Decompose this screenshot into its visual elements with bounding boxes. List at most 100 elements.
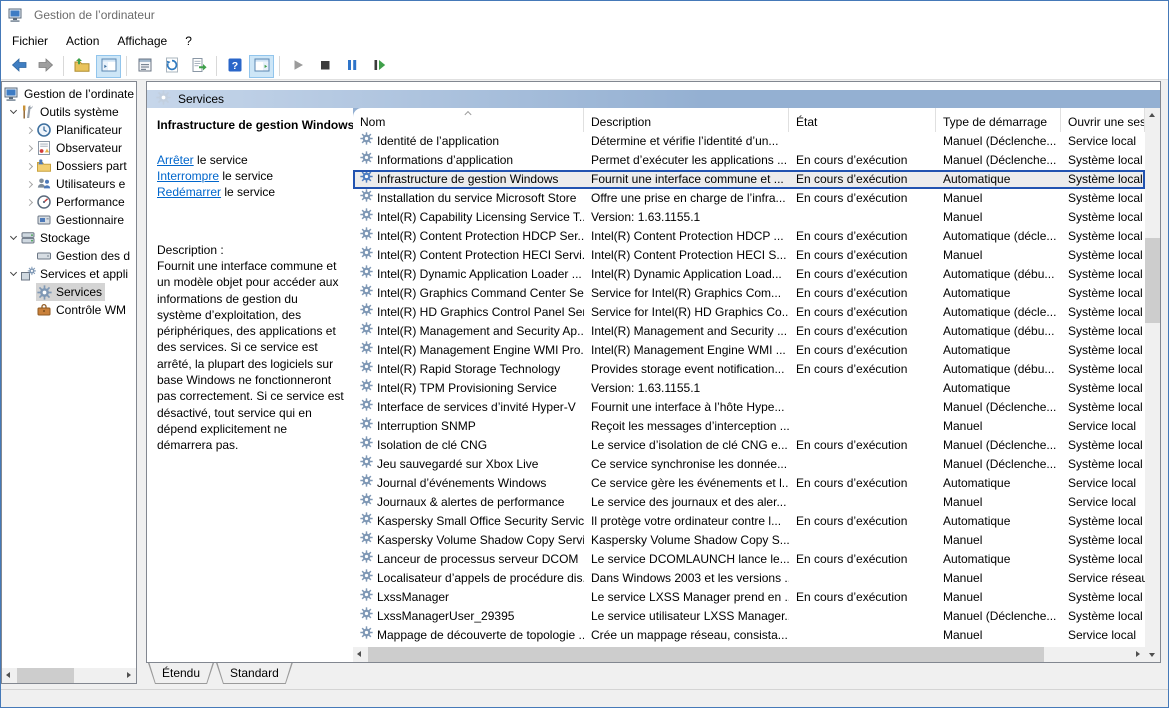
tab-standard[interactable]: Standard [216,663,293,684]
column-header-log-on-as[interactable]: Ouvrir une ses [1061,108,1145,132]
tree-item-body[interactable]: Services et appli [20,265,131,283]
export-list-button[interactable] [186,55,211,78]
pause-service-link[interactable]: Interrompre [157,169,219,183]
tree-item-body[interactable]: Dossiers part [36,157,130,175]
tree-item-body[interactable]: Gestionnaire [36,211,127,229]
up-level-button[interactable] [69,55,94,78]
tree-item-performance[interactable]: Performance [2,193,136,211]
column-header-description[interactable]: Description [584,108,789,132]
chevron-down-icon[interactable] [6,273,20,275]
table-row[interactable]: Kaspersky Small Office Security Servic..… [353,512,1145,531]
table-row[interactable]: Infrastructure de gestion WindowsFournit… [353,170,1145,189]
pane-splitter[interactable] [137,81,146,684]
show-action-pane-button[interactable] [249,55,274,78]
tree-item-local-users-groups[interactable]: Utilisateurs e [2,175,136,193]
forward-button[interactable] [33,55,58,78]
table-row[interactable]: Jeu sauvegardé sur Xbox LiveCe service s… [353,455,1145,474]
tree-item-storage[interactable]: Stockage [2,229,136,247]
scrollbar-thumb[interactable] [17,668,74,683]
table-row[interactable]: Kaspersky Volume Shadow Copy Servi...Kas… [353,531,1145,550]
table-row[interactable]: LxssManagerUser_29395Le service utilisat… [353,607,1145,626]
restart-service-button[interactable] [366,55,391,78]
tree-item-body[interactable]: Planificateur [36,121,125,139]
menu-item-file[interactable]: Fichier [3,30,57,52]
tree-item-disk-management[interactable]: Gestion des d [2,247,136,265]
table-row[interactable]: Interface de services d’invité Hyper-VFo… [353,398,1145,417]
chevron-right-icon[interactable] [22,164,36,169]
tree-item-body[interactable]: Stockage [20,229,93,247]
scrollbar-thumb[interactable] [1145,238,1160,323]
table-row[interactable]: LxssManagerLe service LXSS Manager prend… [353,588,1145,607]
tree-item-body[interactable]: Utilisateurs e [36,175,128,193]
tree-item-services[interactable]: Services [2,283,136,301]
tree-item-body[interactable]: Performance [36,193,128,211]
tab-extended[interactable]: Étendu [148,663,214,684]
tree-item-body[interactable]: Gestion de l’ordinate [4,85,136,103]
tree-item-wmi-control[interactable]: Contrôle WM [2,301,136,319]
table-row[interactable]: Installation du service Microsoft StoreO… [353,189,1145,208]
table-row[interactable]: Lanceur de processus serveur DCOMLe serv… [353,550,1145,569]
menu-item-help[interactable]: ? [176,30,201,52]
table-row[interactable]: Intel(R) Capability Licensing Service T.… [353,208,1145,227]
scroll-left-arrow[interactable] [353,647,368,662]
scroll-down-arrow[interactable] [1145,647,1160,662]
table-row[interactable]: Identité de l’applicationDétermine et vé… [353,132,1145,151]
show-console-tree-button[interactable] [96,55,121,78]
chevron-down-icon[interactable] [6,237,20,239]
table-row[interactable]: Intel(R) Management Engine WMI Pro...Int… [353,341,1145,360]
tree-item-body[interactable]: Outils système [20,103,122,121]
menu-item-action[interactable]: Action [57,30,108,52]
tree-item-body[interactable]: Services [36,283,105,301]
table-row[interactable]: Informations d’applicationPermet d’exécu… [353,151,1145,170]
scroll-up-arrow[interactable] [1145,108,1160,123]
table-row[interactable]: Intel(R) HD Graphics Control Panel Ser..… [353,303,1145,322]
chevron-down-icon[interactable] [6,111,20,113]
table-row[interactable]: Journal d’événements WindowsCe service g… [353,474,1145,493]
tree-item-body[interactable]: Observateur [36,139,125,157]
scroll-right-arrow[interactable] [121,668,136,683]
column-header-startup-type[interactable]: Type de démarrage [936,108,1061,132]
table-row[interactable]: Intel(R) Rapid Storage TechnologyProvide… [353,360,1145,379]
properties-button[interactable] [132,55,157,78]
table-row[interactable]: Intel(R) Management and Security Ap...In… [353,322,1145,341]
pause-service-button[interactable] [339,55,364,78]
menu-item-view[interactable]: Affichage [108,30,176,52]
column-header-state[interactable]: État [789,108,936,132]
chevron-right-icon[interactable] [22,200,36,205]
tree-item-device-manager[interactable]: Gestionnaire [2,211,136,229]
chevron-right-icon[interactable] [22,128,36,133]
tree-item-body[interactable]: Gestion des d [36,247,133,265]
help-button[interactable]: ? [222,55,247,78]
table-row[interactable]: Interruption SNMPReçoit les messages d’i… [353,417,1145,436]
scrollbar-thumb[interactable] [368,647,1044,662]
table-row[interactable]: Intel(R) TPM Provisioning ServiceVersion… [353,379,1145,398]
list-horizontal-scrollbar[interactable] [353,647,1145,662]
table-row[interactable]: Intel(R) Dynamic Application Loader ...I… [353,265,1145,284]
scroll-left-arrow[interactable] [2,668,17,683]
table-row[interactable]: Intel(R) Graphics Command Center Se...Se… [353,284,1145,303]
table-row[interactable]: Journaux & alertes de performanceLe serv… [353,493,1145,512]
table-row[interactable]: Mappage de découverte de topologie ...Cr… [353,626,1145,645]
tree-item-body[interactable]: Contrôle WM [36,301,129,319]
scroll-right-arrow[interactable] [1130,647,1145,662]
stop-service-button[interactable] [312,55,337,78]
column-header-name[interactable]: Nom [353,108,584,132]
tree-item-system-tools[interactable]: Outils système [2,103,136,121]
tree-item-shared-folders[interactable]: Dossiers part [2,157,136,175]
refresh-button[interactable] [159,55,184,78]
table-row[interactable]: Intel(R) Content Protection HDCP Ser...I… [353,227,1145,246]
tree-item-event-viewer[interactable]: Observateur [2,139,136,157]
table-row[interactable]: Isolation de clé CNGLe service d’isolati… [353,436,1145,455]
tree-item-computer-management-root[interactable]: Gestion de l’ordinate [2,85,136,103]
chevron-right-icon[interactable] [22,182,36,187]
tree-horizontal-scrollbar[interactable] [2,668,136,683]
chevron-right-icon[interactable] [22,146,36,151]
start-service-button[interactable] [285,55,310,78]
tree-item-task-scheduler[interactable]: Planificateur [2,121,136,139]
table-row[interactable]: Localisateur d’appels de procédure dis..… [353,569,1145,588]
list-vertical-scrollbar[interactable] [1145,108,1160,662]
table-row[interactable]: Intel(R) Content Protection HECI Servi..… [353,246,1145,265]
tree-item-services-applications[interactable]: Services et appli [2,265,136,283]
restart-service-link[interactable]: Redémarrer [157,185,221,199]
back-button[interactable] [6,55,31,78]
